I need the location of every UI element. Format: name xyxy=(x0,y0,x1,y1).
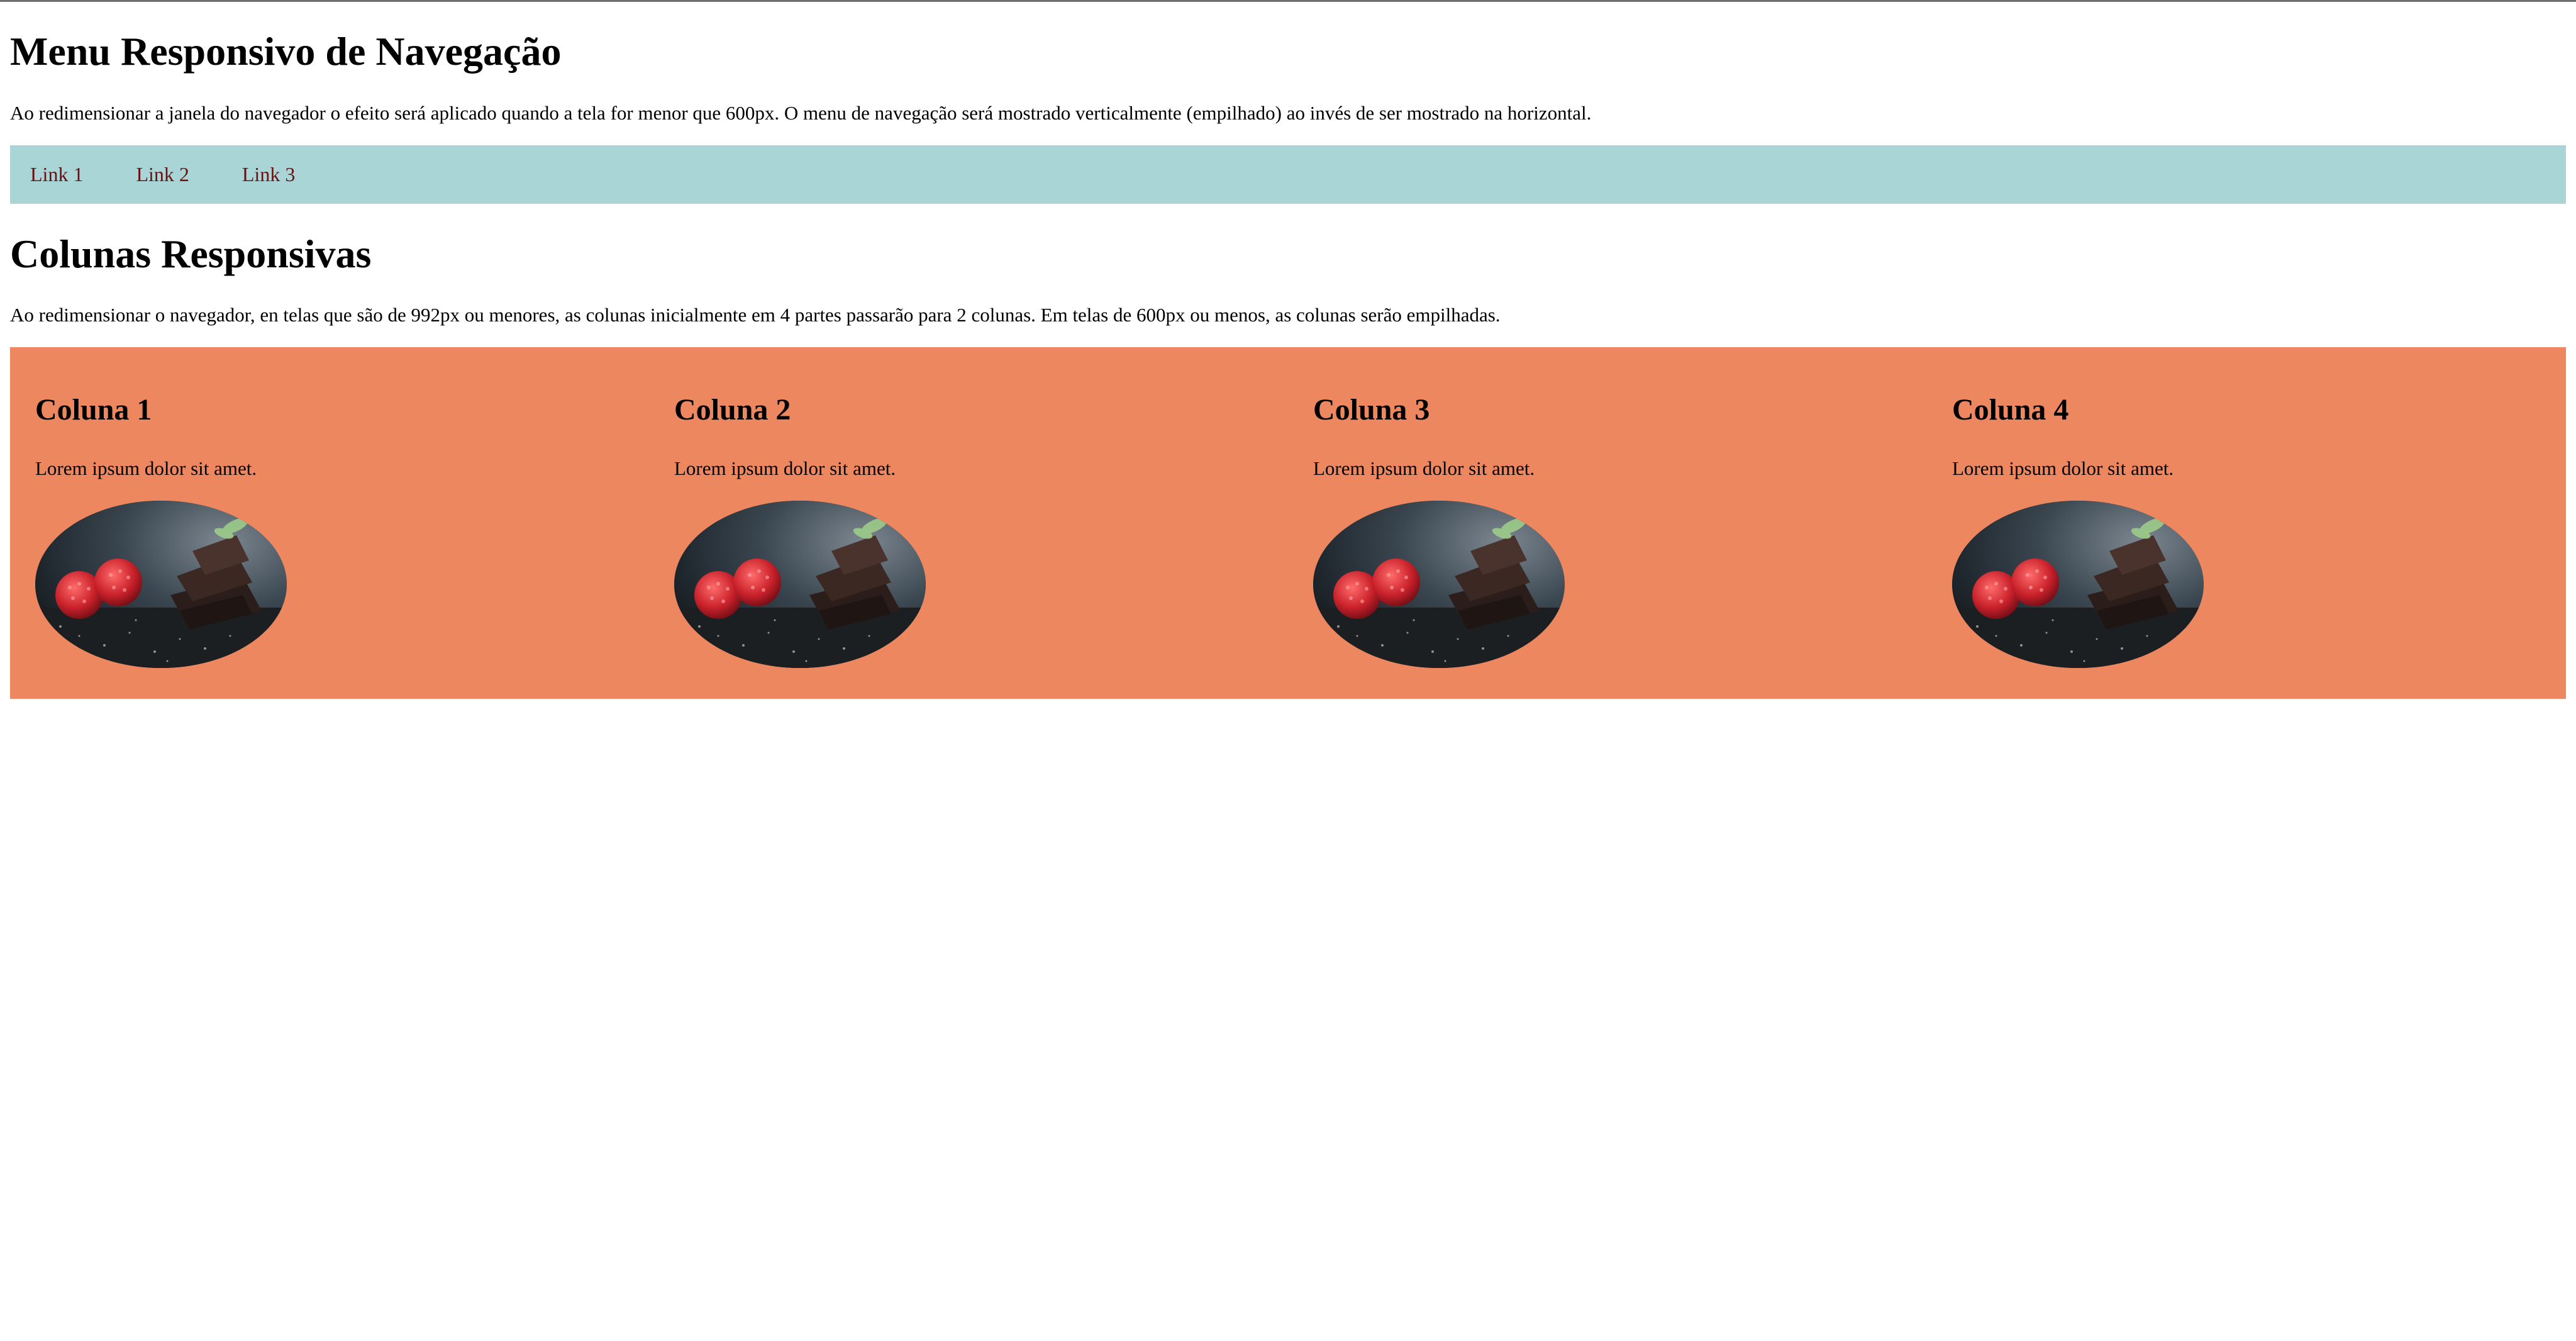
raspberries-chocolate-photo xyxy=(674,501,926,668)
nav-description: Ao redimensionar a janela do navegador o… xyxy=(10,102,1592,124)
nav-link-3[interactable]: Link 3 xyxy=(222,145,315,204)
columns-title: Colunas Responsivas xyxy=(10,231,372,276)
columns-description: Ao redimensionar o navegador, en telas q… xyxy=(10,304,1501,326)
column-3: Coluna 3 Lorem ipsum dolor sit amet. xyxy=(1288,347,1927,699)
column-text: Lorem ipsum dolor sit amet. xyxy=(1952,457,2174,479)
column-text: Lorem ipsum dolor sit amet. xyxy=(674,457,896,479)
columns-row: Coluna 1 Lorem ipsum dolor sit amet. Col… xyxy=(10,347,2566,699)
column-1: Coluna 1 Lorem ipsum dolor sit amet. xyxy=(10,347,649,699)
top-navigation-bar: Link 1 Link 2 Link 3 xyxy=(10,145,2566,204)
top-border xyxy=(0,0,2576,2)
page-title: Menu Responsivo de Navegação xyxy=(10,29,562,74)
column-heading: Coluna 2 xyxy=(674,393,791,426)
nav-link-1[interactable]: Link 1 xyxy=(10,145,103,204)
column-heading: Coluna 1 xyxy=(35,393,152,426)
column-2: Coluna 2 Lorem ipsum dolor sit amet. xyxy=(649,347,1288,699)
nav-link-2[interactable]: Link 2 xyxy=(116,145,209,204)
column-heading: Coluna 3 xyxy=(1313,393,1430,426)
column-text: Lorem ipsum dolor sit amet. xyxy=(35,457,257,479)
raspberries-chocolate-photo xyxy=(1952,501,2204,668)
raspberries-chocolate-photo xyxy=(35,501,287,668)
column-4: Coluna 4 Lorem ipsum dolor sit amet. xyxy=(1927,347,2566,699)
column-heading: Coluna 4 xyxy=(1952,393,2069,426)
raspberries-chocolate-photo xyxy=(1313,501,1565,668)
column-text: Lorem ipsum dolor sit amet. xyxy=(1313,457,1535,479)
